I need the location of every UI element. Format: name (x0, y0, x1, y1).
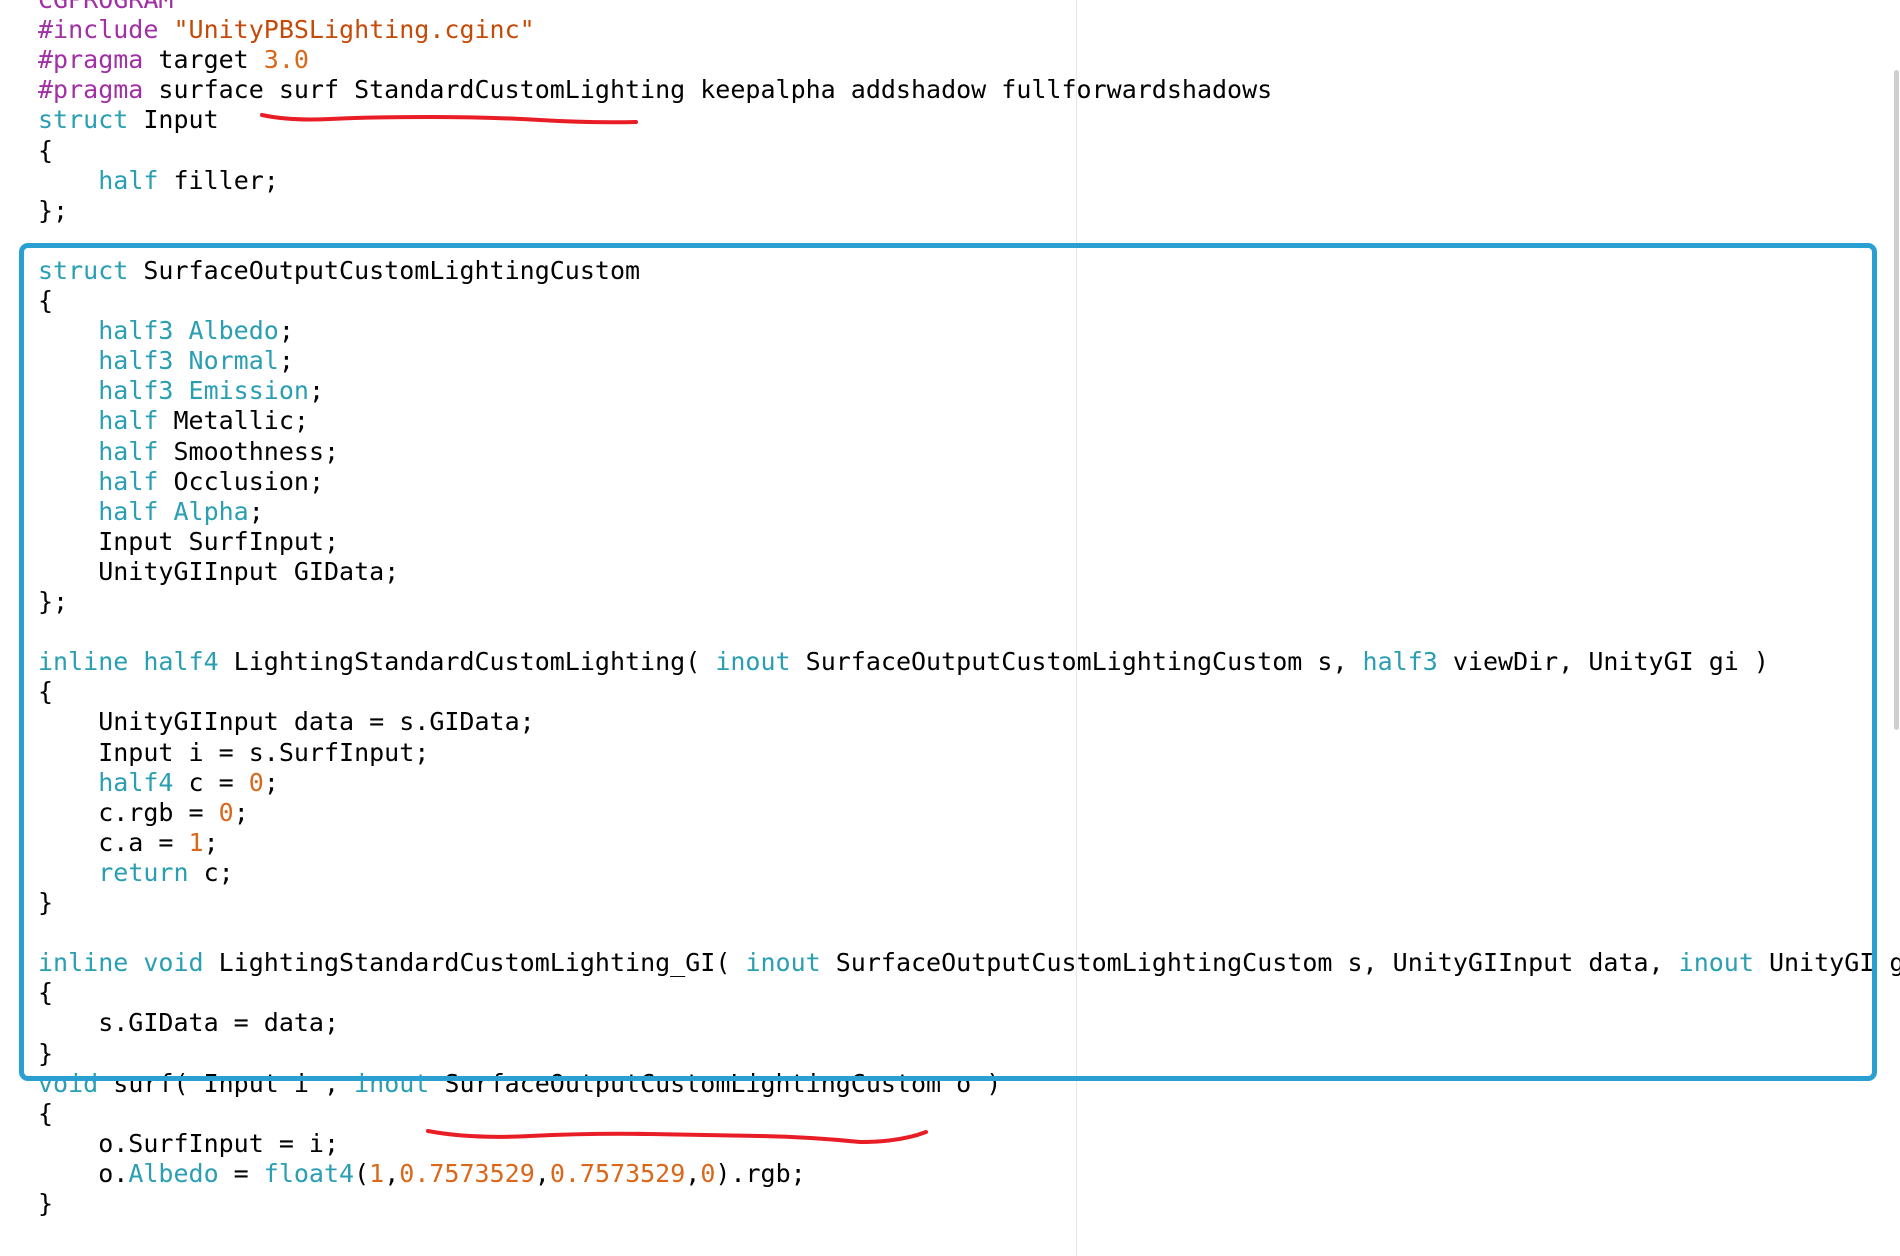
annotation-marks (260, 113, 928, 1145)
code-editor[interactable]: CGPROGRAM#include "UnityPBSLighting.cgin… (0, 0, 1900, 1256)
underline-surf-output-annotation (426, 1129, 928, 1145)
underline-pragma-annotation (260, 113, 638, 125)
